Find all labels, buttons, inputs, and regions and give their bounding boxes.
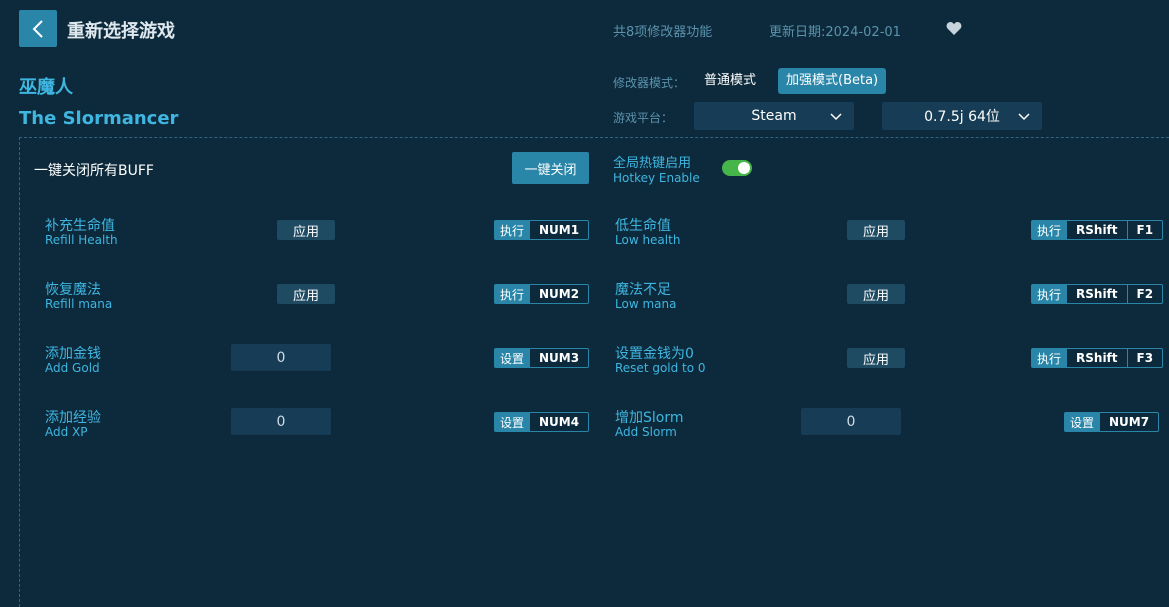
feature-label-cn: 恢复魔法 — [45, 282, 101, 298]
hotkey-key: F3 — [1126, 349, 1163, 367]
hotkey-action-label: 执行 — [495, 285, 530, 303]
page-title: 重新选择游戏 — [67, 21, 175, 42]
favorite-button[interactable] — [946, 21, 962, 40]
hotkey-action-label: 设置 — [495, 413, 530, 431]
apply-button[interactable]: 应用 — [277, 284, 335, 304]
platform-value: Steam — [751, 108, 797, 124]
chevron-down-icon — [1018, 113, 1030, 121]
close-all-buff-label: 一键关闭所有BUFF — [34, 163, 154, 179]
apply-button[interactable]: 应用 — [847, 220, 905, 240]
hotkey-enable-label-en: Hotkey Enable — [613, 171, 700, 185]
hotkey-key: F1 — [1126, 221, 1163, 239]
hotkey-chip[interactable]: 执行 NUM2 — [494, 284, 590, 304]
chevron-down-icon — [830, 113, 842, 121]
feature-label-en: Add Gold — [45, 361, 100, 375]
hotkey-chip[interactable]: 设置 NUM7 — [1064, 412, 1160, 432]
hotkey-chip[interactable]: 设置 NUM4 — [494, 412, 590, 432]
feature-label-en: Reset gold to 0 — [615, 361, 706, 375]
hotkey-action-label: 设置 — [1065, 413, 1100, 431]
hotkey-action-label: 执行 — [1032, 221, 1067, 239]
feature-count: 共8项修改器功能 — [613, 25, 713, 40]
hotkey-chip[interactable]: 设置 NUM3 — [494, 348, 590, 368]
platform-label: 游戏平台： — [613, 111, 674, 125]
hotkey-key: NUM7 — [1099, 413, 1158, 431]
value-input[interactable]: 0 — [801, 408, 901, 435]
feature-label-cn: 低生命值 — [615, 218, 671, 234]
mode-beta-button[interactable]: 加强模式(Beta) — [778, 68, 887, 94]
feature-label-cn: 魔法不足 — [615, 282, 671, 298]
apply-button[interactable]: 应用 — [847, 284, 905, 304]
apply-button[interactable]: 应用 — [277, 220, 335, 240]
feature-label-cn: 增加Slorm — [615, 410, 684, 426]
update-date: 更新日期:2024-02-01 — [769, 25, 901, 40]
feature-label-en: Refill Health — [45, 233, 118, 247]
hotkey-action-label: 执行 — [495, 221, 530, 239]
hotkey-chip[interactable]: 执行 RShift F2 — [1031, 284, 1164, 304]
value-input[interactable]: 0 — [231, 344, 331, 371]
hotkey-action-label: 设置 — [495, 349, 530, 367]
hotkey-chip[interactable]: 执行 RShift F3 — [1031, 348, 1164, 368]
hotkey-chip[interactable]: 执行 RShift F1 — [1031, 220, 1164, 240]
feature-label-en: Add Slorm — [615, 425, 677, 439]
game-name-en: The Slormancer — [19, 108, 179, 129]
hotkey-chip[interactable]: 执行 NUM1 — [494, 220, 590, 240]
mode-normal-button[interactable]: 普通模式 — [696, 68, 764, 94]
feature-label-en: Low mana — [615, 297, 677, 311]
platform-select[interactable]: Steam — [694, 102, 854, 130]
back-button[interactable] — [19, 10, 57, 47]
features-panel — [19, 137, 1169, 607]
feature-label-en: Refill mana — [45, 297, 113, 311]
feature-label-cn: 添加经验 — [45, 410, 101, 426]
value-input[interactable]: 0 — [231, 408, 331, 435]
feature-label-en: Add XP — [45, 425, 88, 439]
hotkey-key: RShift — [1066, 221, 1127, 239]
version-select[interactable]: 0.7.5j 64位 — [882, 102, 1042, 130]
hotkey-key: NUM2 — [529, 285, 588, 303]
toggle-knob — [738, 162, 750, 174]
hotkey-key: F2 — [1126, 285, 1163, 303]
hotkey-key: NUM3 — [529, 349, 588, 367]
mode-label: 修改器模式： — [613, 76, 686, 90]
feature-label-cn: 添加金钱 — [45, 346, 101, 362]
apply-button[interactable]: 应用 — [847, 348, 905, 368]
hotkey-enable-label-cn: 全局热键启用 — [613, 156, 692, 171]
hotkey-key: RShift — [1066, 285, 1127, 303]
hotkey-action-label: 执行 — [1032, 349, 1067, 367]
chevron-left-icon — [32, 19, 43, 38]
hotkey-key: RShift — [1066, 349, 1127, 367]
hotkey-key: NUM4 — [529, 413, 588, 431]
hotkey-key: NUM1 — [529, 221, 588, 239]
hotkey-action-label: 执行 — [1032, 285, 1067, 303]
heart-icon — [946, 22, 962, 35]
game-name-cn: 巫魔人 — [19, 77, 73, 98]
feature-label-cn: 设置金钱为0 — [615, 346, 694, 362]
feature-label-cn: 补充生命值 — [45, 218, 115, 234]
close-all-button[interactable]: 一键关闭 — [512, 152, 589, 184]
version-value: 0.7.5j 64位 — [924, 109, 1000, 125]
feature-label-en: Low health — [615, 233, 681, 247]
hotkey-enable-toggle[interactable] — [722, 160, 752, 176]
